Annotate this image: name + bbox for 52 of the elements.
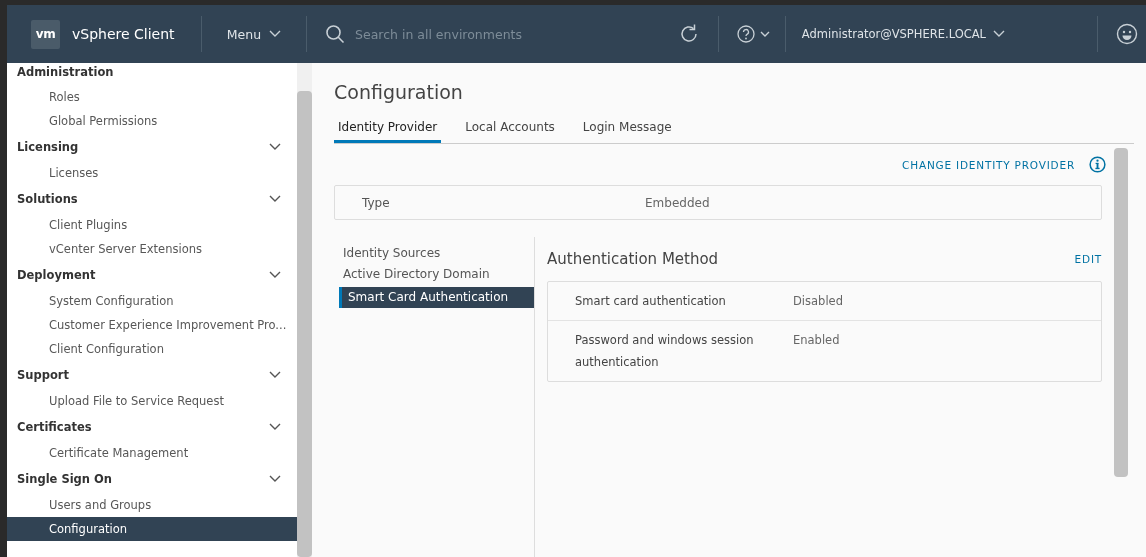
chevron-icon xyxy=(269,30,282,38)
chevron-icon xyxy=(993,30,1005,38)
sidebar-item[interactable]: System Configuration xyxy=(7,289,297,313)
sidebar-group-header[interactable]: Single Sign On xyxy=(7,465,297,493)
setting-label: Password and windows session authentication xyxy=(575,332,755,371)
logo: vm xyxy=(31,19,60,49)
smiley-icon xyxy=(1116,23,1138,45)
nav-item[interactable]: Smart Card Authentication xyxy=(339,287,534,308)
chevron-icon xyxy=(269,195,281,203)
chevron-icon xyxy=(269,271,281,279)
nav-item[interactable]: Identity Sources xyxy=(339,243,534,264)
page-title: Configuration xyxy=(334,81,464,103)
sidebar-group-header[interactable]: Deployment xyxy=(7,261,297,289)
sidebar-item[interactable]: Certificate Management xyxy=(7,441,297,465)
sidebar-item[interactable]: Users and Groups xyxy=(7,493,297,517)
scrollbar[interactable] xyxy=(297,63,312,557)
section-title: Authentication Method xyxy=(547,250,719,268)
sidebar-group-header[interactable]: Solutions xyxy=(7,185,297,213)
type-label: Type xyxy=(361,195,391,210)
chevron-icon xyxy=(269,475,281,483)
search-icon xyxy=(325,24,345,44)
chevron-icon xyxy=(269,423,281,431)
tab[interactable]: Identity Provider xyxy=(334,120,442,143)
sidebar-item[interactable]: vCenter Server Extensions xyxy=(7,237,297,261)
setting-label: Smart card authentication xyxy=(575,293,727,310)
sidebar-item[interactable]: Client Plugins xyxy=(7,213,297,237)
sidebar-item[interactable]: Configuration xyxy=(7,517,297,541)
tab[interactable]: Local Accounts xyxy=(461,120,559,143)
sidebar-item[interactable]: Licenses xyxy=(7,161,297,185)
sidebar-item[interactable]: Upload File to Service Request xyxy=(7,389,297,413)
sidebar-group-header[interactable]: Certificates xyxy=(7,413,297,441)
setting-value: Enabled xyxy=(793,332,840,349)
sidebar-group-header[interactable]: Administration xyxy=(7,63,297,85)
type-value: Embedded xyxy=(645,195,710,210)
chevron-icon xyxy=(269,371,281,379)
tab[interactable]: Login Message xyxy=(578,120,676,143)
info-icon[interactable] xyxy=(1089,156,1106,173)
sidebar-item[interactable]: Roles xyxy=(7,85,297,109)
app-name: vSphere Client xyxy=(72,26,175,42)
sidebar-group-header[interactable]: Licensing xyxy=(7,133,297,161)
user-menu[interactable]: Administrator@VSPHERE.LOCAL xyxy=(785,27,1097,41)
edit-link[interactable]: EDIT xyxy=(1074,253,1102,265)
sidebar-item[interactable]: Global Permissions xyxy=(7,109,297,133)
sidebar-group-header[interactable]: Support xyxy=(7,361,297,389)
search-field[interactable]: Search in all environments xyxy=(353,25,657,43)
menu-button[interactable]: Menu xyxy=(202,26,306,42)
sidebar-item[interactable]: Client Configuration xyxy=(7,337,297,361)
sidebar-item[interactable]: Customer Experience Improvement Pro... xyxy=(7,313,297,337)
change-identity-provider-link[interactable]: CHANGE IDENTITY PROVIDER xyxy=(902,158,1075,171)
nav-item[interactable]: Active Directory Domain xyxy=(339,264,534,285)
chevron-icon xyxy=(269,143,281,151)
setting-value: Disabled xyxy=(793,293,843,310)
